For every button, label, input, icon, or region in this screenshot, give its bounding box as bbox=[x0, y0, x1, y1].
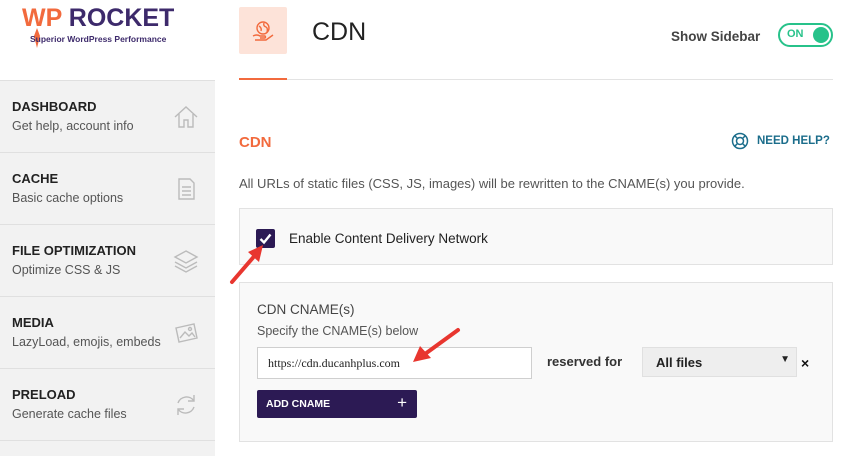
section-description: All URLs of static files (CSS, JS, image… bbox=[239, 176, 745, 191]
enable-cdn-label[interactable]: Enable Content Delivery Network bbox=[289, 231, 488, 246]
sidebar-item-title: MEDIA bbox=[12, 315, 54, 330]
toggle-knob bbox=[813, 27, 829, 43]
cname-description: Specify the CNAME(s) below bbox=[257, 324, 419, 338]
lifebuoy-icon bbox=[731, 132, 749, 150]
annotation-arrow-icon bbox=[230, 245, 263, 284]
sidebar-item-subtitle: Get help, account info bbox=[12, 119, 134, 133]
remove-cname-button[interactable]: × bbox=[801, 355, 809, 371]
sidebar-item-dashboard[interactable]: DASHBOARD Get help, account info bbox=[0, 80, 215, 152]
home-icon bbox=[174, 106, 198, 128]
plus-icon: + bbox=[397, 393, 407, 412]
show-sidebar-label: Show Sidebar bbox=[671, 29, 761, 44]
sidebar-item-subtitle: Optimize CSS & JS bbox=[12, 263, 121, 277]
logo-rocket-text: ROCKET bbox=[61, 4, 175, 32]
annotation-arrow-icon bbox=[413, 328, 460, 362]
need-help-label: NEED HELP? bbox=[757, 135, 830, 147]
add-cname-label: ADD CNAME bbox=[266, 398, 331, 410]
sidebar-item-media[interactable]: MEDIA LazyLoad, emojis, embeds bbox=[0, 296, 215, 368]
sidebar-item-preload[interactable]: PRELOAD Generate cache files bbox=[0, 368, 215, 440]
sidebar: WP ROCKET Superior WordPress Performance… bbox=[0, 0, 215, 456]
reserved-for-select[interactable]: All files ▼ bbox=[642, 347, 797, 377]
sidebar-item-file-optimization[interactable]: FILE OPTIMIZATION Optimize CSS & JS bbox=[0, 224, 215, 296]
section-title: CDN bbox=[239, 134, 272, 151]
sidebar-item-subtitle: Basic cache options bbox=[12, 191, 124, 205]
page-title: CDN bbox=[312, 18, 367, 46]
cdn-globe-hand-icon bbox=[252, 21, 274, 41]
sidebar-item-subtitle: LazyLoad, emojis, embeds bbox=[12, 335, 161, 349]
sidebar-item-title: FILE OPTIMIZATION bbox=[12, 243, 136, 258]
header-divider bbox=[287, 79, 833, 80]
cname-title: CDN CNAME(s) bbox=[257, 302, 355, 317]
logo[interactable]: WP ROCKET Superior WordPress Performance bbox=[0, 0, 215, 80]
select-value: All files bbox=[656, 355, 703, 370]
refresh-icon bbox=[177, 395, 195, 415]
enable-cdn-card: Enable Content Delivery Network bbox=[239, 208, 833, 265]
logo-tagline: Superior WordPress Performance bbox=[30, 34, 167, 44]
sidebar-item-cache[interactable]: CACHE Basic cache options bbox=[0, 152, 215, 224]
sidebar-item-title: CACHE bbox=[12, 171, 59, 186]
active-tab-underline bbox=[239, 78, 287, 80]
cdn-cname-card: CDN CNAME(s) Specify the CNAME(s) below … bbox=[239, 282, 833, 442]
page-icon bbox=[239, 7, 287, 54]
logo-wp: WP bbox=[22, 4, 62, 32]
toggle-state-label: ON bbox=[787, 28, 804, 40]
document-icon bbox=[178, 178, 195, 200]
add-cname-button[interactable]: ADD CNAME + bbox=[257, 390, 417, 418]
cname-input[interactable] bbox=[257, 347, 532, 379]
show-sidebar-toggle[interactable]: ON bbox=[778, 23, 833, 47]
sidebar-item-title: DASHBOARD bbox=[12, 99, 97, 114]
logo-title: WP ROCKET bbox=[22, 4, 174, 33]
reserved-for-label: reserved for bbox=[547, 354, 623, 369]
sidebar-item-next bbox=[0, 440, 215, 456]
caret-down-icon: ▼ bbox=[780, 354, 790, 365]
image-icon bbox=[175, 323, 198, 343]
layers-icon bbox=[173, 250, 199, 273]
sidebar-item-title: PRELOAD bbox=[12, 387, 76, 402]
sidebar-item-subtitle: Generate cache files bbox=[12, 407, 127, 421]
